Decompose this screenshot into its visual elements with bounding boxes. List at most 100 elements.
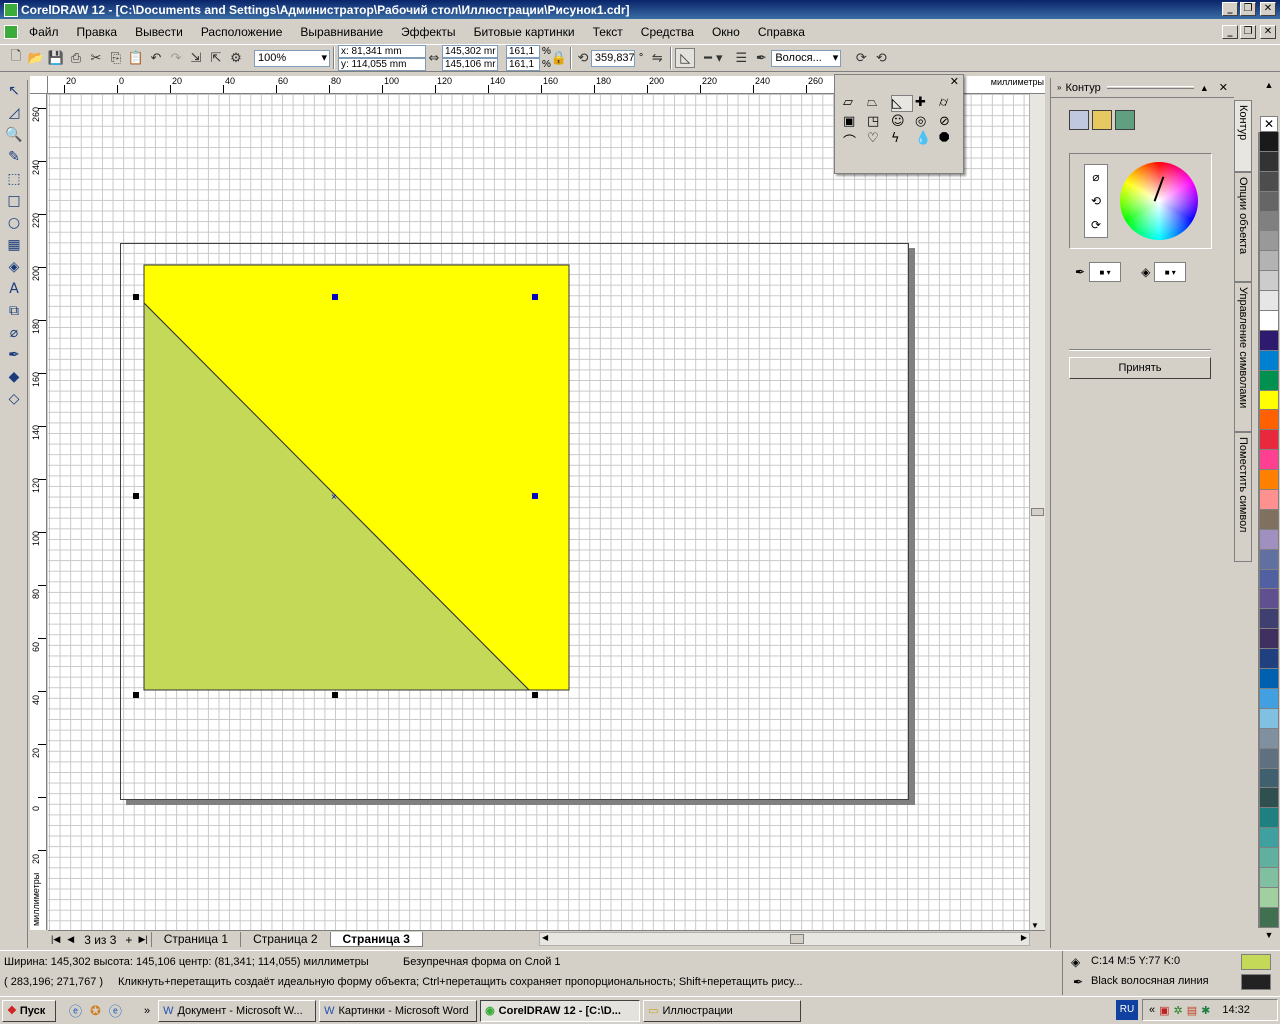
- frame-shape-icon[interactable]: ▣: [843, 114, 865, 129]
- trapezoid-shape-icon[interactable]: ⏢: [867, 95, 889, 112]
- export-icon[interactable]: ⇱: [206, 48, 226, 68]
- outline-tool-icon[interactable]: ✒: [2, 344, 26, 366]
- outline-color-picker[interactable]: ■ ▾: [1089, 262, 1122, 282]
- redo-icon[interactable]: ↷: [166, 48, 186, 68]
- palette-swatch[interactable]: [1259, 151, 1279, 172]
- tray-antivirus-icon[interactable]: ✲: [1174, 1004, 1183, 1017]
- apply-button[interactable]: Принять: [1069, 357, 1211, 379]
- interactive-blend-icon[interactable]: ⧉: [2, 300, 26, 322]
- palette-swatch[interactable]: [1259, 191, 1279, 212]
- palette-swatch[interactable]: [1259, 808, 1279, 829]
- start-button[interactable]: ❖ Пуск: [2, 999, 56, 1022]
- scroll-right-icon[interactable]: ▶: [1021, 933, 1027, 942]
- palette-swatch[interactable]: [1259, 350, 1279, 371]
- freehand-tool-icon[interactable]: ✎: [2, 146, 26, 168]
- page-tab-3[interactable]: Страница 3: [329, 932, 423, 947]
- palette-swatch[interactable]: [1259, 311, 1279, 331]
- minimize-button[interactable]: _: [1222, 2, 1238, 16]
- docker-tab-insert-symbol[interactable]: Поместить символ: [1234, 432, 1252, 562]
- palette-swatch[interactable]: [1259, 788, 1279, 809]
- eyedropper-tool-icon[interactable]: ⌀: [2, 322, 26, 344]
- palette-swatch[interactable]: [1259, 330, 1279, 351]
- ruler-origin[interactable]: [30, 76, 48, 94]
- folded-corner-shape-icon[interactable]: ◳: [867, 114, 889, 129]
- palette-swatch[interactable]: [1259, 430, 1279, 451]
- cut-icon[interactable]: ✂: [86, 48, 106, 68]
- palette-swatch[interactable]: [1259, 887, 1279, 908]
- task-folder[interactable]: ▭ Иллюстрации: [643, 999, 802, 1022]
- palette-swatch[interactable]: [1259, 251, 1279, 272]
- palette-swatch[interactable]: [1259, 211, 1279, 232]
- docker-tab-outline[interactable]: Контур: [1234, 100, 1252, 172]
- rectangle-tool-icon[interactable]: □: [2, 190, 26, 212]
- cylinder-shape-icon[interactable]: ⌭: [939, 95, 961, 112]
- x-position-input[interactable]: x: 81,341 mm: [338, 45, 426, 58]
- palette-swatch[interactable]: [1259, 569, 1279, 590]
- heart-shape-icon[interactable]: ♡: [867, 131, 889, 150]
- palette-swatch[interactable]: [1259, 708, 1279, 729]
- language-indicator[interactable]: RU: [1116, 1000, 1138, 1020]
- palette-scroll-down-icon[interactable]: ▼: [1258, 930, 1280, 944]
- palette-swatch[interactable]: [1259, 132, 1279, 152]
- first-page-icon[interactable]: |◀: [48, 934, 63, 945]
- menu-arrange[interactable]: Выравнивание: [291, 25, 392, 39]
- drawing-workspace[interactable]: ×: [48, 94, 1029, 930]
- ellipse-tool-icon[interactable]: ○: [2, 212, 26, 234]
- copy-color-icon[interactable]: ⟲: [1091, 194, 1101, 208]
- width-input[interactable]: 145,302 mr: [442, 45, 498, 58]
- tray-network-icon[interactable]: ▣: [1159, 1004, 1169, 1017]
- docker-expand-icon[interactable]: »: [1057, 83, 1061, 92]
- menu-text[interactable]: Текст: [584, 25, 632, 39]
- donut-shape-icon[interactable]: ◎: [915, 114, 937, 129]
- menu-edit[interactable]: Правка: [68, 25, 127, 39]
- scroll-thumb[interactable]: [790, 934, 804, 944]
- arc-shape-icon[interactable]: ⌒: [843, 131, 865, 150]
- both-mode-icon[interactable]: [1115, 110, 1135, 130]
- flyout-close-icon[interactable]: ✕: [835, 75, 963, 89]
- tray-expand-icon[interactable]: «: [1149, 1004, 1155, 1016]
- page-tab-2[interactable]: Страница 2: [240, 932, 329, 947]
- selection-handle[interactable]: [332, 294, 338, 300]
- open-icon[interactable]: 📂: [26, 48, 46, 68]
- selection-handle[interactable]: [133, 294, 139, 300]
- polygon-tool-icon[interactable]: ▦: [2, 234, 26, 256]
- palette-swatch[interactable]: [1259, 589, 1279, 610]
- add-page-icon[interactable]: +: [122, 933, 135, 947]
- lightning-shape-icon[interactable]: ϟ: [891, 131, 913, 150]
- palette-swatch[interactable]: [1259, 171, 1279, 192]
- menu-bitmaps[interactable]: Битовые картинки: [465, 25, 584, 39]
- palette-swatch[interactable]: [1259, 609, 1279, 630]
- outline-mode-icon[interactable]: [1069, 110, 1089, 130]
- palette-swatch[interactable]: [1259, 867, 1279, 888]
- palette-swatch[interactable]: [1259, 470, 1279, 491]
- pick-tool-icon[interactable]: ↖: [2, 80, 26, 102]
- next-page-icon[interactable]: ▶|: [135, 934, 150, 945]
- print-icon[interactable]: ⎙: [66, 48, 86, 68]
- palette-swatch[interactable]: [1259, 450, 1279, 471]
- palette-swatch[interactable]: [1259, 828, 1279, 849]
- line-style-select[interactable]: ━ ▾: [695, 48, 731, 68]
- palette-swatch[interactable]: [1259, 370, 1279, 391]
- menu-help[interactable]: Справка: [749, 25, 814, 39]
- convert-curves-icon[interactable]: ⟳: [851, 48, 871, 68]
- palette-swatch[interactable]: [1259, 649, 1279, 670]
- menu-tools[interactable]: Средства: [632, 25, 703, 39]
- menu-file[interactable]: Файл: [20, 25, 68, 39]
- interactive-fill-icon[interactable]: ◇: [2, 388, 26, 410]
- wrap-text-icon[interactable]: ☰: [731, 48, 751, 68]
- prev-page-icon[interactable]: ◀: [63, 934, 78, 945]
- mirror-icon[interactable]: ⇋: [647, 48, 667, 68]
- doc-close-button[interactable]: ✕: [1260, 25, 1276, 39]
- import-icon[interactable]: ⇲: [186, 48, 206, 68]
- docker-tab-object-options[interactable]: Опции объекта: [1234, 172, 1252, 282]
- fill-mode-icon[interactable]: [1092, 110, 1112, 130]
- color-wheel[interactable]: [1120, 162, 1198, 240]
- launcher-icon[interactable]: ⚙: [226, 48, 246, 68]
- outline-width-select[interactable]: Волося... ▾: [771, 49, 842, 67]
- docker-collapse-icon[interactable]: ▲: [1200, 83, 1209, 93]
- copy-icon[interactable]: ⎘: [106, 48, 126, 68]
- cross-shape-icon[interactable]: ✚: [915, 95, 937, 112]
- palette-swatch[interactable]: [1259, 768, 1279, 789]
- zoom-tool-icon[interactable]: 🔍: [2, 124, 26, 146]
- quicklaunch-browser-icon[interactable]: ⓔ: [109, 1001, 122, 1020]
